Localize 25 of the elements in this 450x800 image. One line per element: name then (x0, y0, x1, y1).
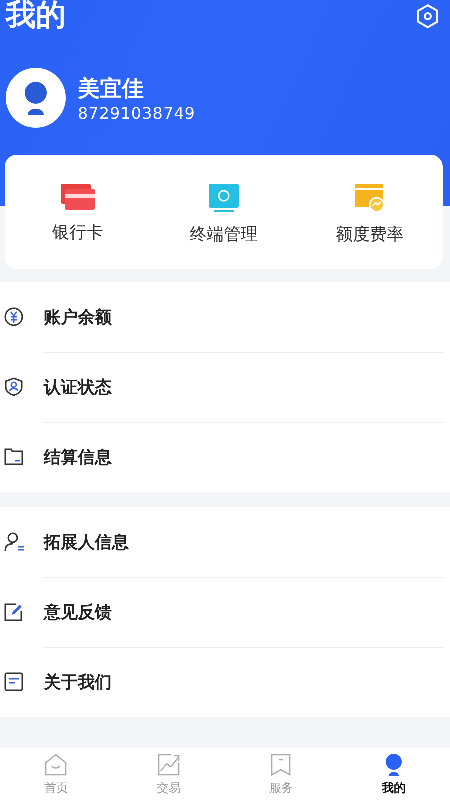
terminal-icon (208, 183, 240, 213)
person-icon (4, 532, 26, 552)
menu-item[interactable]: 认证状态 (0, 352, 450, 422)
settings-icon[interactable] (416, 4, 440, 30)
yen-icon (4, 307, 24, 327)
menu-item[interactable]: 结算信息 (0, 422, 450, 492)
home-icon (44, 753, 68, 777)
folder-icon (4, 447, 24, 467)
menu-item[interactable]: 关于我们 (0, 647, 450, 717)
document-icon (4, 672, 24, 692)
menu-item[interactable]: 意见反馈 (0, 577, 450, 647)
menu-item[interactable]: 拓展人信息 (0, 507, 450, 577)
bookmark-icon (270, 753, 292, 777)
edit-icon (4, 602, 24, 622)
trend-icon (156, 753, 181, 777)
shortcut-button[interactable]: 额度费率 (297, 155, 443, 269)
user-name: 美宜佳 (78, 76, 145, 104)
menu-item[interactable]: 账户余额 (0, 282, 450, 352)
nav-tab[interactable]: 我的 (338, 748, 450, 800)
cards-icon (61, 184, 95, 210)
shield-icon (4, 377, 24, 397)
account-number: 87291038749 (78, 104, 196, 122)
chart-card-icon (354, 183, 386, 213)
shortcut-button[interactable]: 终端管理 (151, 155, 297, 269)
shortcut-button[interactable]: 银行卡 (5, 155, 151, 269)
